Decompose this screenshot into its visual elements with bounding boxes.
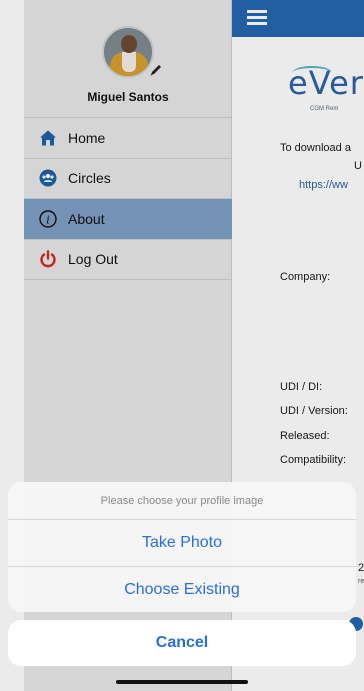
choose-existing-button[interactable]: Choose Existing — [8, 566, 356, 612]
take-photo-button[interactable]: Take Photo — [8, 520, 356, 566]
action-sheet: Please choose your profile image Take Ph… — [8, 482, 356, 612]
home-indicator — [116, 680, 248, 684]
cancel-button[interactable]: Cancel — [8, 620, 356, 666]
screen: eVer CGM Rem To download a U https://ww … — [0, 0, 364, 691]
action-sheet-title: Please choose your profile image — [8, 482, 356, 520]
